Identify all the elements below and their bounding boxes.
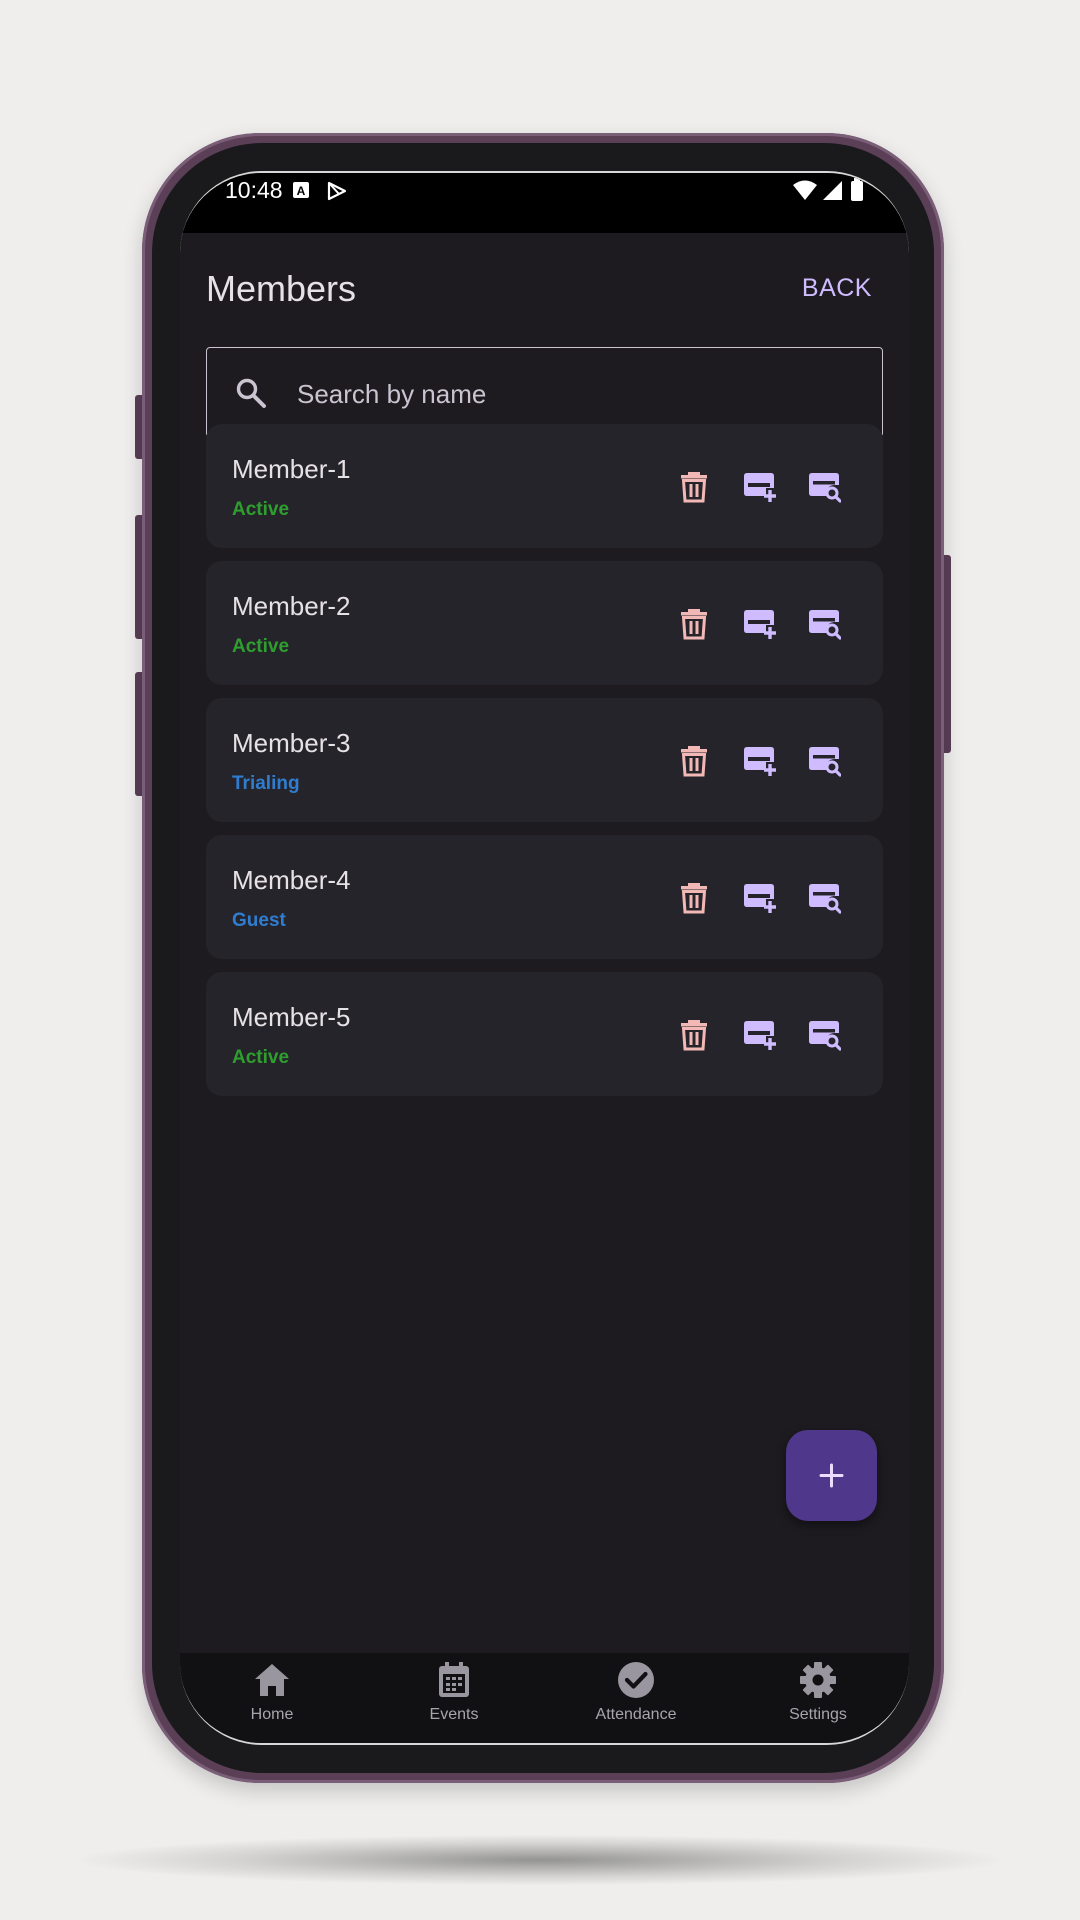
nav-events-label: Events (429, 1706, 479, 1723)
add-card-icon (744, 747, 776, 776)
nav-attendance[interactable]: Attendance (566, 1661, 706, 1724)
delete-member-button[interactable] (676, 468, 712, 504)
add-card-icon (744, 1021, 776, 1050)
card-search-icon (809, 747, 842, 777)
nav-home[interactable]: Home (202, 1661, 342, 1724)
wifi-icon (792, 179, 818, 206)
trash-icon (681, 746, 707, 777)
member-status: Active (232, 636, 290, 657)
trash-icon (681, 883, 707, 914)
nav-events[interactable]: Events (384, 1661, 524, 1724)
add-card-icon (744, 884, 776, 913)
add-card-icon (744, 610, 776, 639)
member-status: Guest (232, 910, 286, 931)
add-card-button[interactable] (740, 879, 776, 915)
add-member-button[interactable] (786, 1430, 877, 1521)
home-icon (255, 1664, 289, 1696)
search-input[interactable]: Search by name (297, 379, 486, 410)
battery-icon (850, 178, 864, 206)
view-card-button[interactable] (805, 468, 842, 504)
member-name: Member-2 (232, 591, 351, 621)
member-card[interactable]: Member-1 Active (206, 424, 883, 548)
nav-home-label: Home (250, 1706, 294, 1723)
nav-attendance-label: Attendance (595, 1706, 677, 1723)
calendar-icon (439, 1662, 469, 1697)
back-button[interactable]: BACK (802, 274, 872, 303)
delete-member-button[interactable] (676, 879, 712, 915)
search-icon (235, 377, 267, 414)
member-status: Trialing (232, 773, 300, 794)
view-card-button[interactable] (805, 879, 842, 915)
nav-settings[interactable]: Settings (748, 1661, 888, 1724)
trash-icon (681, 1020, 707, 1051)
device-shadow (80, 1835, 1000, 1885)
delete-member-button[interactable] (676, 1016, 712, 1052)
member-card[interactable]: Member-5 Active (206, 972, 883, 1096)
notification-a-icon: A (292, 181, 310, 204)
add-card-button[interactable] (740, 605, 776, 641)
plus-icon (819, 1463, 844, 1488)
member-status: Active (232, 1047, 290, 1068)
card-search-icon (809, 473, 842, 503)
member-name: Member-4 (232, 865, 351, 895)
member-name: Member-3 (232, 728, 351, 758)
card-search-icon (809, 884, 842, 914)
view-card-button[interactable] (805, 742, 842, 778)
add-card-button[interactable] (740, 468, 776, 504)
card-search-icon (809, 1021, 842, 1051)
delete-member-button[interactable] (676, 742, 712, 778)
nav-settings-label: Settings (789, 1706, 847, 1723)
delete-member-button[interactable] (676, 605, 712, 641)
add-card-button[interactable] (740, 742, 776, 778)
page-title: Members (206, 268, 357, 309)
member-card[interactable]: Member-3 Trialing (206, 698, 883, 822)
member-status: Active (232, 499, 290, 520)
view-card-button[interactable] (805, 605, 842, 641)
play-store-icon (326, 181, 348, 206)
trash-icon (681, 472, 707, 503)
app-screen: 10:48 A Members BACK Search by name Memb… (180, 171, 909, 1745)
gear-icon (800, 1662, 836, 1698)
member-card[interactable]: Member-2 Active (206, 561, 883, 685)
member-name: Member-1 (232, 454, 351, 484)
view-card-button[interactable] (805, 1016, 842, 1052)
add-card-button[interactable] (740, 1016, 776, 1052)
status-bar: 10:48 A (180, 173, 909, 233)
svg-text:A: A (297, 184, 306, 198)
trash-icon (681, 609, 707, 640)
card-search-icon (809, 610, 842, 640)
bottom-navigation: Home Events Attendance Settings (180, 1653, 909, 1743)
status-time: 10:48 (225, 177, 283, 203)
check-circle-icon (618, 1662, 654, 1698)
signal-icon (821, 179, 843, 206)
add-card-icon (744, 473, 776, 502)
member-card[interactable]: Member-4 Guest (206, 835, 883, 959)
member-name: Member-5 (232, 1002, 351, 1032)
